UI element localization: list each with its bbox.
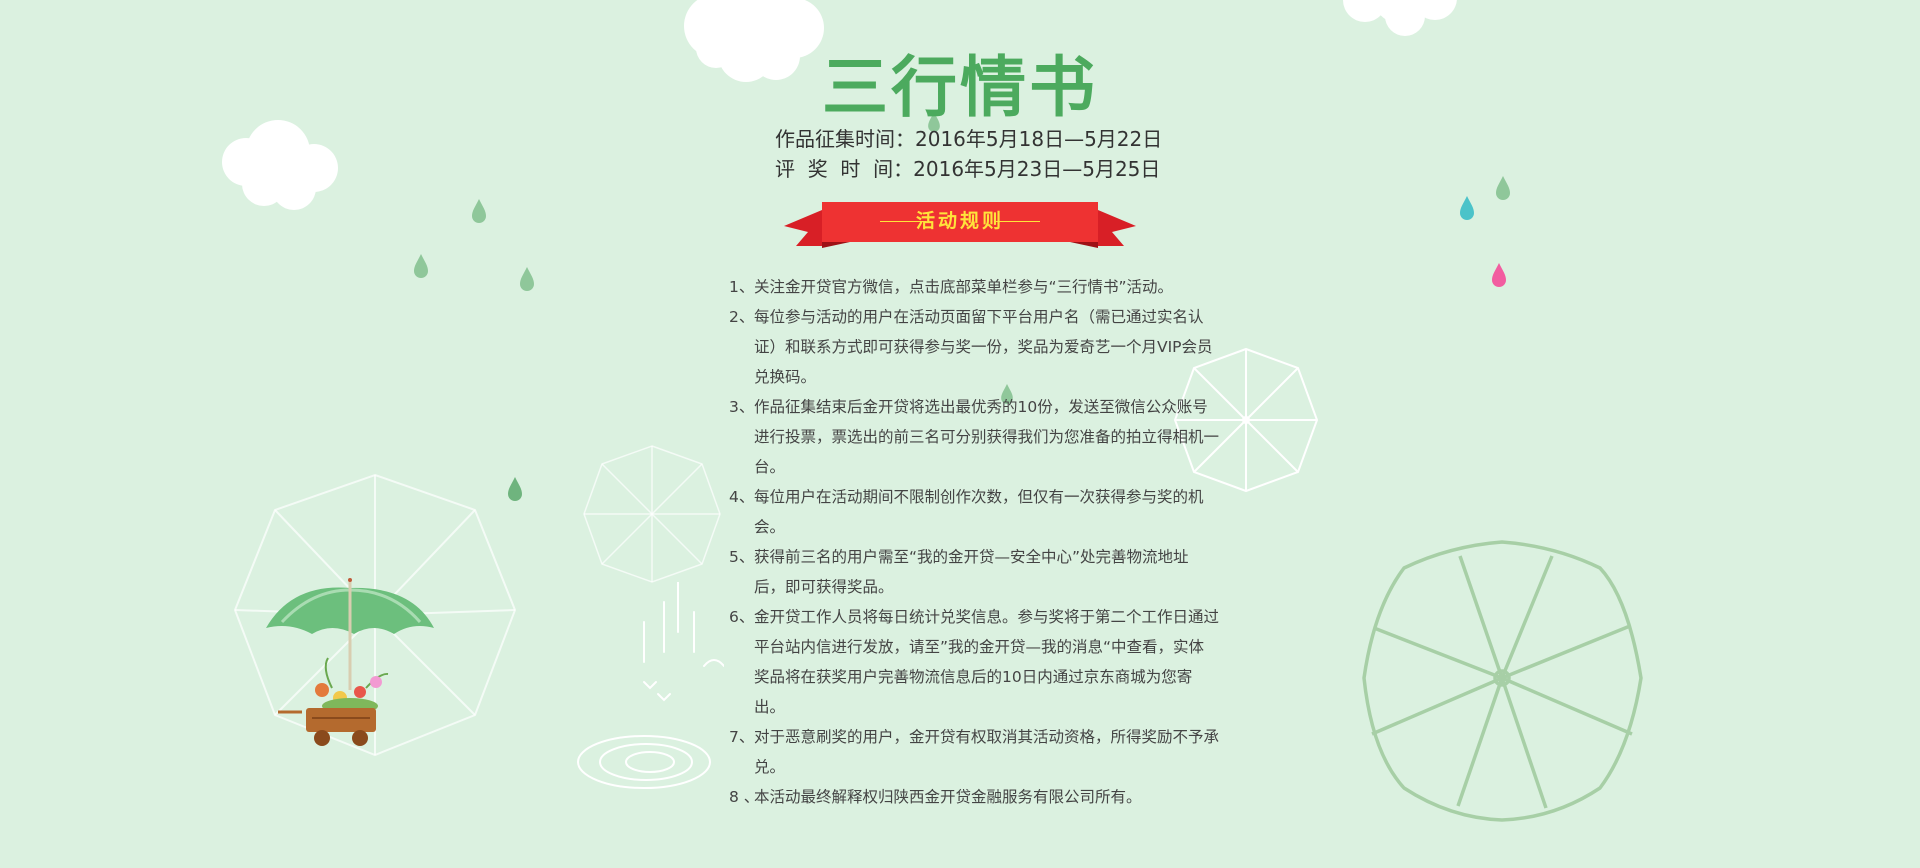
collection-period: 作品征集时间：2016年5月18日—5月22日: [775, 127, 1163, 151]
umbrella-flower-cart-icon: [266, 578, 434, 746]
rules-list: 1、 关注金开贷官方微信，点击底部菜单栏参与“三行情书”活动。 2、 每位参与活…: [729, 272, 1219, 812]
umbrella-outline-icon: [583, 445, 721, 583]
rules-banner: 活动规则: [784, 202, 1136, 248]
rule-text: 每位用户在活动期间不限制创作次数，但仅有一次获得参与奖的机会。: [754, 488, 1204, 536]
banner-label: 活动规则: [915, 210, 1004, 232]
rule-text: 本活动最终解释权归陕西金开贷金融服务有限公司所有。: [754, 788, 1142, 806]
event-dates: 作品征集时间：2016年5月18日—5月22日 评 奖 时 间：2016年5月2…: [775, 124, 1162, 184]
list-item: 1、 关注金开贷官方微信，点击底部菜单栏参与“三行情书”活动。: [729, 272, 1219, 302]
raindrop-icon: [1460, 196, 1474, 220]
page-title: 三行情书: [822, 49, 1098, 126]
rule-text: 对于恶意刷奖的用户，金开贷有权取消其活动资格，所得奖励不予承兑。: [754, 728, 1220, 776]
rule-number: 5、: [729, 548, 755, 566]
rule-text: 作品征集结束后金开贷将选出最优秀的10份，发送至微信公众账号进行投票，票选出的前…: [754, 398, 1220, 476]
rule-text: 每位参与活动的用户在活动页面留下平台用户名（需已通过实名认证）和联系方式即可获得…: [754, 308, 1213, 386]
cloud-icon: [222, 120, 338, 210]
water-ripple-icon: [577, 582, 724, 789]
rule-text: 金开贷工作人员将每日统计兑奖信息。参与奖将于第二个工作日通过平台站内信进行发放，…: [754, 608, 1220, 716]
rule-text: 关注金开贷官方微信，点击底部菜单栏参与“三行情书”活动。: [754, 278, 1174, 296]
rule-number: 3、: [729, 398, 755, 416]
raindrop-icon: [1496, 176, 1510, 200]
cloud-icon: [1343, 0, 1457, 36]
rule-number: 4、: [729, 488, 755, 506]
judging-period: 评 奖 时 间：2016年5月23日—5月25日: [775, 157, 1161, 181]
list-item: 4、 每位用户在活动期间不限制创作次数，但仅有一次获得参与奖的机会。: [729, 482, 1219, 542]
rule-number: 2、: [729, 308, 755, 326]
raindrop-icon: [472, 199, 486, 223]
rule-number: 8 、: [729, 788, 760, 806]
list-item: 5、 获得前三名的用户需至“我的金开贷—安全中心”处完善物流地址后，即可获得奖品…: [729, 542, 1219, 602]
list-item: 8 、 本活动最终解释权归陕西金开贷金融服务有限公司所有。: [729, 782, 1219, 812]
rule-number: 6、: [729, 608, 755, 626]
rule-text: 获得前三名的用户需至“我的金开贷—安全中心”处完善物流地址后，即可获得奖品。: [754, 548, 1189, 596]
list-item: 2、 每位参与活动的用户在活动页面留下平台用户名（需已通过实名认证）和联系方式即…: [729, 302, 1219, 392]
raindrop-icon: [520, 267, 534, 291]
list-item: 7、 对于恶意刷奖的用户，金开贷有权取消其活动资格，所得奖励不予承兑。: [729, 722, 1219, 782]
umbrella-outline-icon: [1362, 540, 1643, 822]
list-item: 6、 金开贷工作人员将每日统计兑奖信息。参与奖将于第二个工作日通过平台站内信进行…: [729, 602, 1219, 722]
rule-number: 7、: [729, 728, 755, 746]
list-item: 3、 作品征集结束后金开贷将选出最优秀的10份，发送至微信公众账号进行投票，票选…: [729, 392, 1219, 482]
raindrop-icon: [414, 254, 428, 278]
raindrop-icon: [1492, 263, 1506, 287]
rule-number: 1、: [729, 278, 755, 296]
